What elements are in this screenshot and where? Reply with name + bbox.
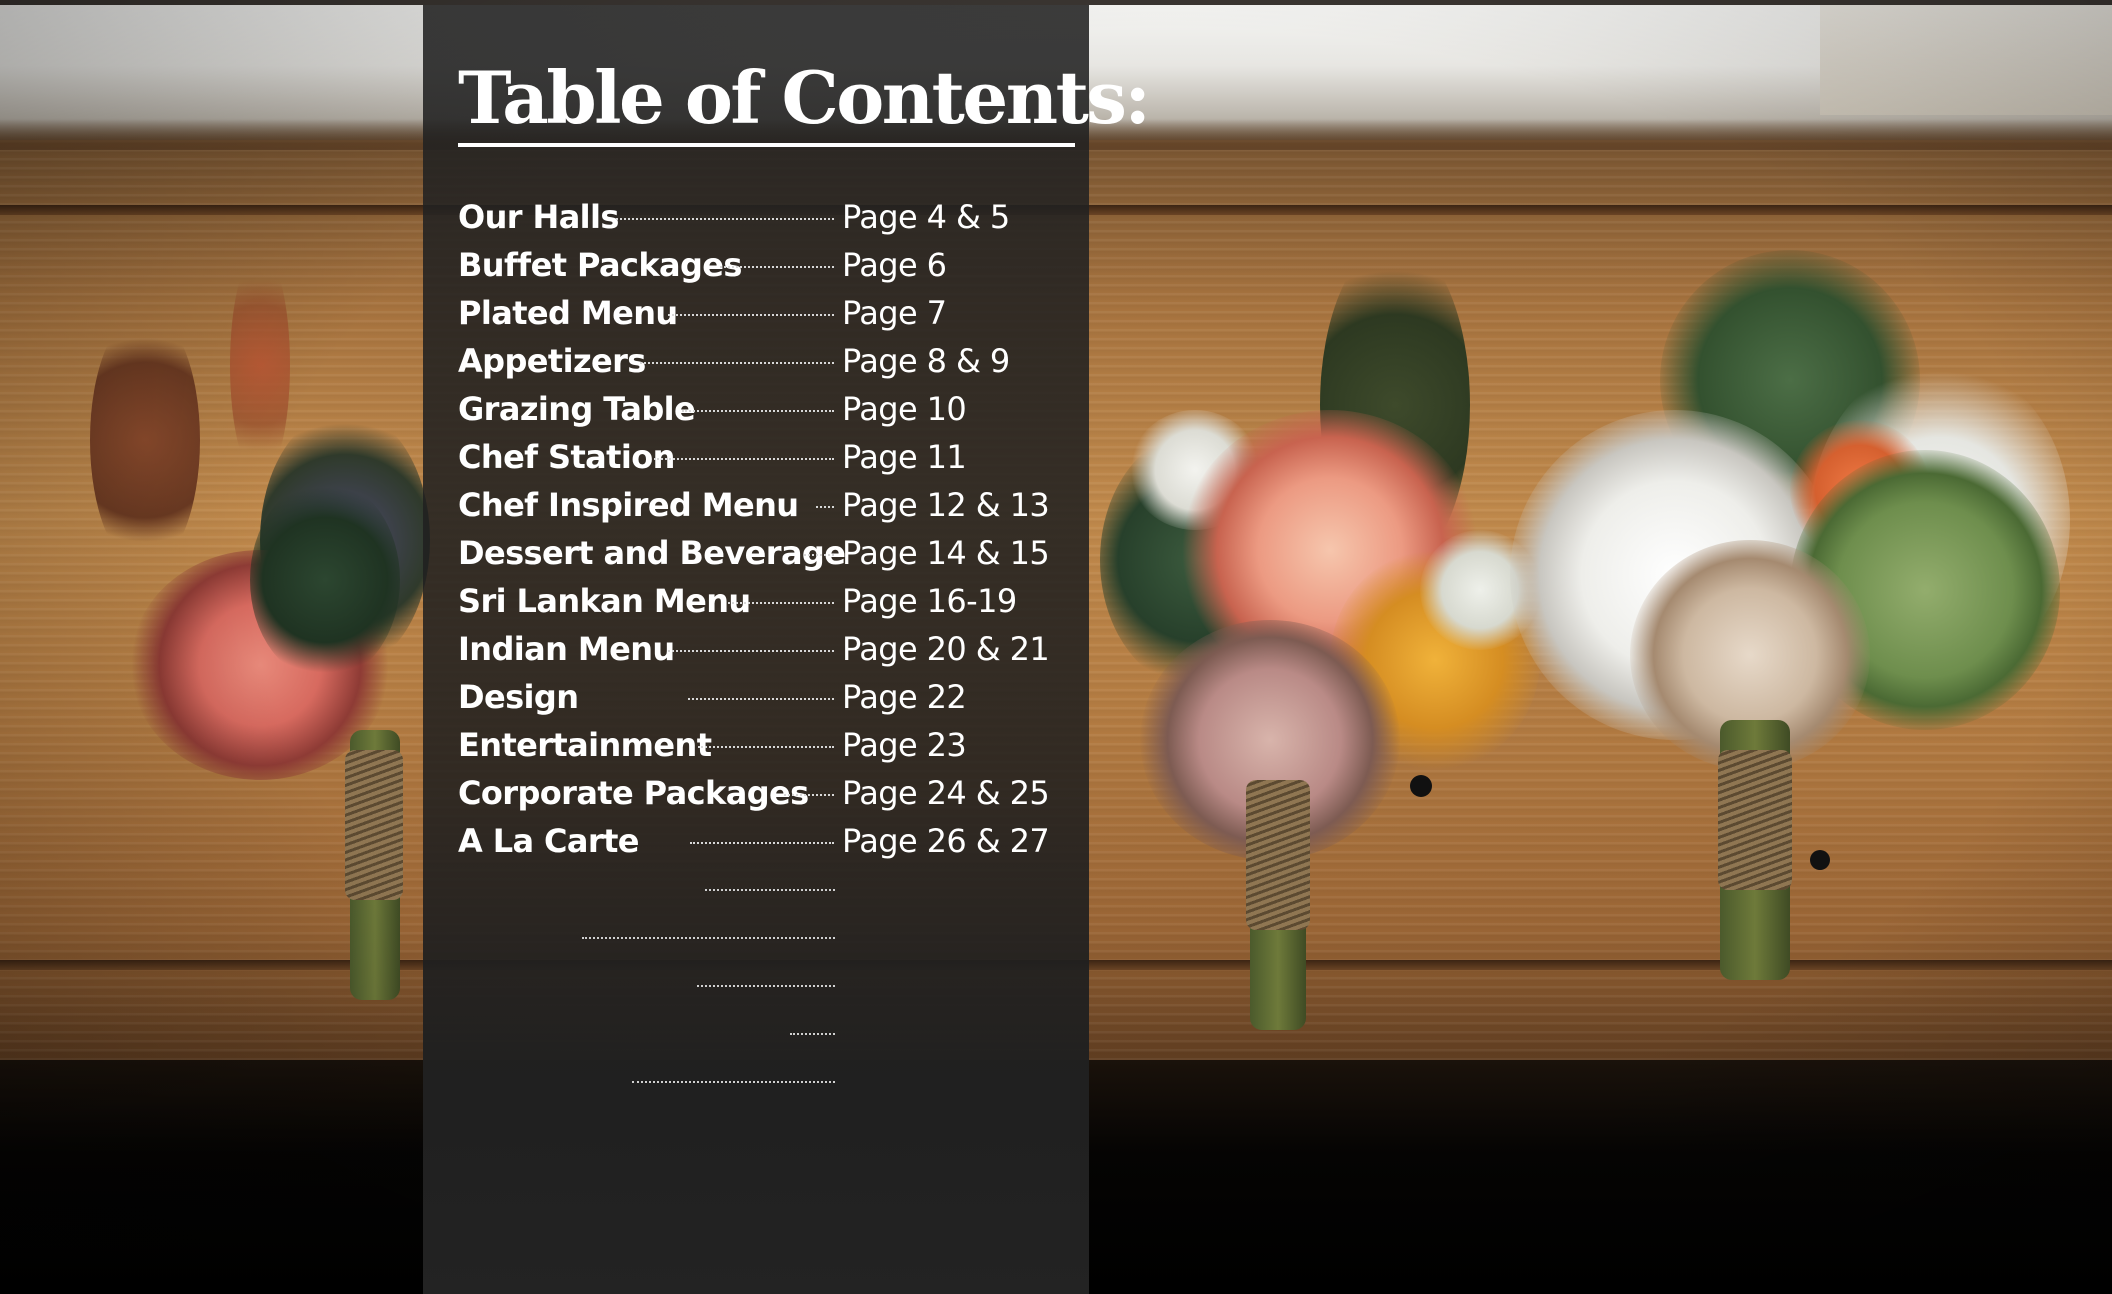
toc-entry-label: Chef Station [458,438,675,476]
toc-entry-label: Design [458,678,579,716]
dot-leader [728,602,834,604]
dot-leader [720,266,834,268]
toc-entry-label: Entertainment [458,726,712,764]
toc-entry-page: Page 6 [842,246,947,284]
page-title: Table of Contents: [458,55,1151,140]
toc-entry-page: Page 8 & 9 [842,342,1010,380]
toc-entry[interactable]: Indian Menu Page 20 & 21 [458,628,1058,676]
toc-entry-label: A La Carte [458,822,640,860]
toc-entry-label: Appetizers [458,342,646,380]
toc-entry-page: Page 4 & 5 [842,198,1010,236]
toc-entry-label: Grazing Table [458,390,696,428]
toc-entry-label: Indian Menu [458,630,675,668]
toc-entry-page: Page 16-19 [842,582,1017,620]
toc-entry[interactable]: Buffet Packages Page 6 [458,244,1058,292]
dot-leader [697,985,835,987]
toc-entry[interactable]: Plated Menu Page 7 [458,292,1058,340]
title-underline [458,143,1075,147]
toc-entry-label: Our Halls [458,198,619,236]
toc-entry[interactable]: Appetizers Page 8 & 9 [458,340,1058,388]
toc-entry-label: Corporate Packages [458,774,809,812]
toc-entry[interactable]: Sri Lankan Menu Page 16-19 [458,580,1058,628]
table-of-contents: Our Halls Page 4 & 5 Buffet Packages Pag… [458,196,1058,868]
toc-entry[interactable]: Our Halls Page 4 & 5 [458,196,1058,244]
dot-leader [668,650,834,652]
toc-entry-page: Page 10 [842,390,967,428]
toc-entry-page: Page 12 & 13 [842,486,1050,524]
dot-leader [632,1081,835,1083]
toc-entry[interactable]: Design Page 22 [458,676,1058,724]
toc-entry-label: Dessert and Beverage [458,534,846,572]
toc-entry-label: Plated Menu [458,294,678,332]
toc-entry-page: Page 7 [842,294,947,332]
dot-leader [804,554,834,556]
toc-entry[interactable]: Dessert and Beverage Page 14 & 15 [458,532,1058,580]
dot-leader [668,314,834,316]
dot-leader [654,458,834,460]
dot-leader [705,889,835,891]
toc-entry-page: Page 22 [842,678,967,716]
toc-entry-page: Page 11 [842,438,967,476]
toc-entry-page: Page 14 & 15 [842,534,1050,572]
toc-entry-page: Page 24 & 25 [842,774,1050,812]
dot-leader [790,1033,835,1035]
dot-leader [698,746,834,748]
dot-leader [640,362,834,364]
toc-entry-label: Buffet Packages [458,246,742,284]
dot-leader [690,842,834,844]
toc-entry[interactable]: A La Carte Page 26 & 27 [458,820,1058,868]
toc-entry-label: Sri Lankan Menu [458,582,751,620]
dot-leader [688,698,834,700]
toc-entry[interactable]: Chef Inspired Menu Page 12 & 13 [458,484,1058,532]
toc-entry-page: Page 20 & 21 [842,630,1050,668]
toc-entry-page: Page 23 [842,726,967,764]
toc-entry[interactable]: Grazing Table Page 10 [458,388,1058,436]
dot-leader [682,410,834,412]
toc-entry[interactable]: Entertainment Page 23 [458,724,1058,772]
toc-entry-page: Page 26 & 27 [842,822,1050,860]
dot-leader [582,937,835,939]
toc-entry[interactable]: Chef Station Page 11 [458,436,1058,484]
dot-leader [616,218,834,220]
dot-leader [816,506,834,508]
toc-entry-label: Chef Inspired Menu [458,486,799,524]
toc-entry[interactable]: Corporate Packages Page 24 & 25 [458,772,1058,820]
dot-leader [784,794,834,796]
